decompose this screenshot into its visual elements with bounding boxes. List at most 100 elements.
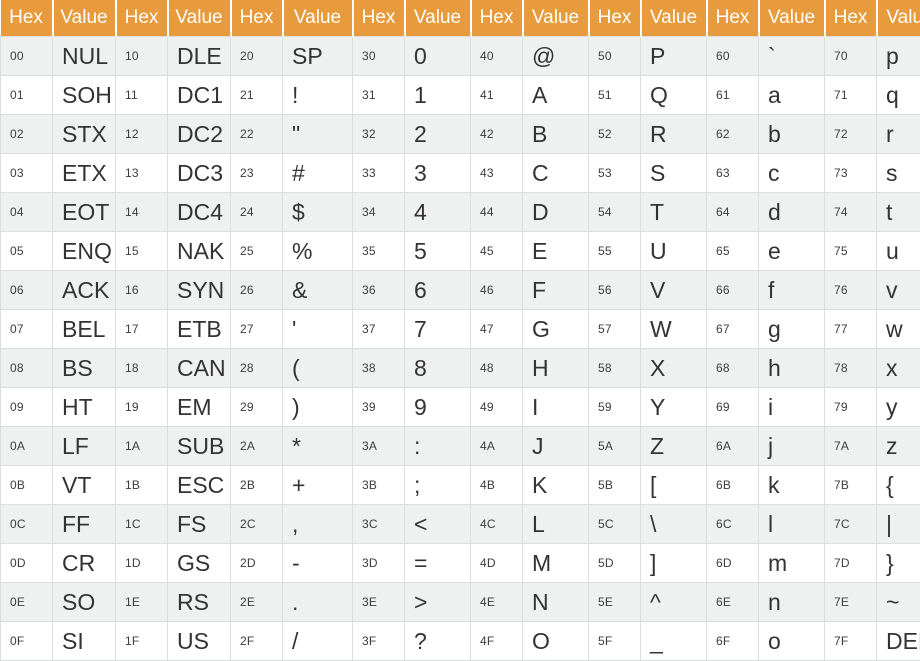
hex-cell: 4B xyxy=(471,466,523,505)
hex-cell: 49 xyxy=(471,388,523,427)
hex-cell: 1C xyxy=(116,505,168,544)
value-cell: SOH xyxy=(53,76,116,115)
hex-cell: 2B xyxy=(231,466,283,505)
hex-code: 4B xyxy=(471,479,522,491)
table-header: Hex Value Hex Value Hex Value Hex Value … xyxy=(1,0,920,37)
ascii-value: $ xyxy=(283,201,352,224)
ascii-value: b xyxy=(759,123,824,146)
hex-cell: 0B xyxy=(1,466,53,505)
value-cell: 6 xyxy=(405,271,471,310)
hex-code: 0C xyxy=(1,518,52,530)
hex-cell: 1E xyxy=(116,583,168,622)
value-cell: H xyxy=(523,349,589,388)
ascii-value: VT xyxy=(53,474,115,497)
value-cell: SP xyxy=(283,37,353,76)
column-header-value-6: Value xyxy=(759,0,825,37)
hex-cell: 36 xyxy=(353,271,405,310)
ascii-value: z xyxy=(877,435,920,458)
column-header-value-5: Value xyxy=(641,0,707,37)
hex-cell: 71 xyxy=(825,76,877,115)
column-header-hex-2: Hex xyxy=(231,0,283,37)
ascii-value: DC2 xyxy=(168,123,230,146)
ascii-value: ETB xyxy=(168,318,230,341)
ascii-value: D xyxy=(523,201,588,224)
hex-cell: 66 xyxy=(707,271,759,310)
hex-cell: 47 xyxy=(471,310,523,349)
ascii-value: US xyxy=(168,630,230,653)
value-cell: DEL xyxy=(877,622,920,661)
hex-code: 7B xyxy=(825,479,876,491)
value-cell: r xyxy=(877,115,920,154)
hex-cell: 33 xyxy=(353,154,405,193)
hex-cell: 12 xyxy=(116,115,168,154)
hex-cell: 69 xyxy=(707,388,759,427)
hex-cell: 60 xyxy=(707,37,759,76)
hex-code: 1A xyxy=(116,440,167,452)
table-row: 04EOT14DC424$34444D54T64d74t xyxy=(1,193,920,232)
ascii-value: RS xyxy=(168,591,230,614)
ascii-value: N xyxy=(523,591,588,614)
value-cell: C xyxy=(523,154,589,193)
table-row: 0DCR1DGS2D-3D=4DM5D]6Dm7D} xyxy=(1,544,920,583)
value-cell: @ xyxy=(523,37,589,76)
value-cell: W xyxy=(641,310,707,349)
hex-cell: 16 xyxy=(116,271,168,310)
hex-code: 77 xyxy=(825,323,876,335)
hex-cell: 08 xyxy=(1,349,53,388)
hex-code: 2C xyxy=(231,518,282,530)
hex-code: 06 xyxy=(1,284,52,296)
ascii-value: i xyxy=(759,396,824,419)
hex-cell: 50 xyxy=(589,37,641,76)
hex-cell: 74 xyxy=(825,193,877,232)
hex-code: 50 xyxy=(589,50,640,62)
ascii-value: d xyxy=(759,201,824,224)
value-cell: ESC xyxy=(168,466,231,505)
hex-code: 11 xyxy=(116,89,167,101)
hex-code: 62 xyxy=(707,128,758,140)
hex-cell: 7A xyxy=(825,427,877,466)
ascii-value: r xyxy=(877,123,920,146)
value-cell: DC4 xyxy=(168,193,231,232)
value-cell: b xyxy=(759,115,825,154)
ascii-value: @ xyxy=(523,45,588,68)
value-cell: u xyxy=(877,232,920,271)
hex-code: 79 xyxy=(825,401,876,413)
hex-code: 4C xyxy=(471,518,522,530)
hex-cell: 51 xyxy=(589,76,641,115)
hex-cell: 4F xyxy=(471,622,523,661)
ascii-value: ) xyxy=(283,396,352,419)
hex-cell: 0F xyxy=(1,622,53,661)
column-header-value-3: Value xyxy=(405,0,471,37)
value-cell: / xyxy=(283,622,353,661)
hex-code: 53 xyxy=(589,167,640,179)
ascii-value: DC4 xyxy=(168,201,230,224)
hex-cell: 2A xyxy=(231,427,283,466)
value-cell: , xyxy=(283,505,353,544)
table-row: 01SOH11DC121!31141A51Q61a71q xyxy=(1,76,920,115)
hex-cell: 56 xyxy=(589,271,641,310)
hex-code: 1C xyxy=(116,518,167,530)
ascii-value: t xyxy=(877,201,920,224)
ascii-value: 3 xyxy=(405,162,470,185)
hex-code: 16 xyxy=(116,284,167,296)
value-cell: ETX xyxy=(53,154,116,193)
value-cell: Q xyxy=(641,76,707,115)
value-cell: f xyxy=(759,271,825,310)
hex-cell: 23 xyxy=(231,154,283,193)
hex-code: 58 xyxy=(589,362,640,374)
hex-code: 78 xyxy=(825,362,876,374)
hex-cell: 3E xyxy=(353,583,405,622)
value-cell: NUL xyxy=(53,37,116,76)
value-cell: ' xyxy=(283,310,353,349)
hex-code: 4E xyxy=(471,596,522,608)
ascii-value: q xyxy=(877,84,920,107)
value-cell: Z xyxy=(641,427,707,466)
value-cell: ETB xyxy=(168,310,231,349)
hex-code: 04 xyxy=(1,206,52,218)
value-cell: h xyxy=(759,349,825,388)
hex-cell: 18 xyxy=(116,349,168,388)
value-cell: m xyxy=(759,544,825,583)
ascii-value: M xyxy=(523,552,588,575)
value-cell: i xyxy=(759,388,825,427)
value-cell: ) xyxy=(283,388,353,427)
